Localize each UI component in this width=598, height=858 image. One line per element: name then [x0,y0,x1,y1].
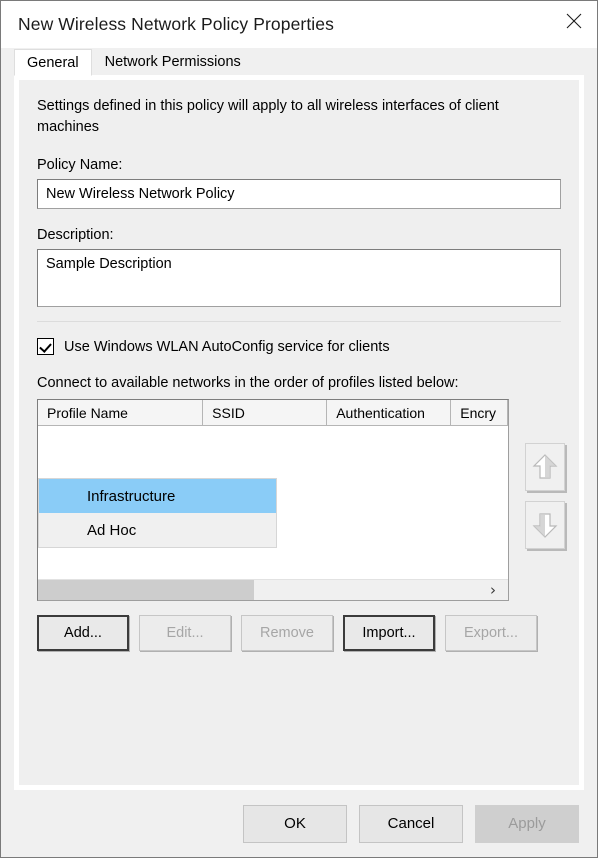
title-bar: New Wireless Network Policy Properties [1,1,597,48]
export-button[interactable]: Export... [445,615,537,652]
dropdown-item-infrastructure-label: Infrastructure [87,487,176,505]
scrollbar-track[interactable] [254,580,478,600]
horizontal-scrollbar[interactable]: › [38,579,508,601]
profile-action-buttons: Add... Edit... Remove Import... Export..… [37,615,561,652]
remove-button-label: Remove [260,625,314,642]
policy-name-input[interactable]: New Wireless Network Policy [37,179,561,210]
scrollbar-thumb[interactable] [38,580,254,601]
ok-button-label: OK [284,815,306,832]
scroll-right-arrow-icon[interactable]: › [478,580,508,600]
general-tab-panel: Settings defined in this policy will app… [14,75,584,790]
policy-name-label: Policy Name: [37,157,123,174]
edit-button[interactable]: Edit... [139,615,231,652]
column-header-authentication[interactable]: Authentication [327,400,452,427]
description-input[interactable]: Sample Description [37,249,561,308]
dropdown-item-ad-hoc-label: Ad Hoc [87,521,137,539]
column-header-encryption[interactable]: Encry [451,400,508,427]
add-button-label: Add... [64,625,102,642]
ok-button[interactable]: OK [243,804,347,843]
dropdown-item-infrastructure[interactable]: Infrastructure [39,479,276,513]
close-icon[interactable] [551,1,597,41]
import-button-label: Import... [362,625,416,642]
tab-general-label: General [27,54,79,71]
add-button[interactable]: Add... [37,615,129,652]
column-header-profile-name[interactable]: Profile Name [38,400,204,427]
profile-list-header: Profile Name SSID Authentication Encry [38,400,508,427]
tab-network-permissions-label: Network Permissions [104,54,241,70]
wireless-network-policy-dialog: New Wireless Network Policy Properties G… [0,0,598,858]
apply-button[interactable]: Apply [475,804,579,843]
profile-list-label: Connect to available networks in the ord… [37,375,459,392]
cancel-button[interactable]: Cancel [359,804,463,843]
autoconfig-checkbox-label: Use Windows WLAN AutoConfig service for … [64,338,390,355]
section-divider [37,321,561,323]
tab-network-permissions[interactable]: Network Permissions [91,48,254,75]
cancel-button-label: Cancel [387,815,435,832]
order-buttons [525,399,565,601]
tab-general[interactable]: General [14,49,92,76]
export-button-label: Export... [464,625,518,642]
autoconfig-checkbox[interactable] [37,338,54,356]
dropdown-item-ad-hoc[interactable]: Ad Hoc [39,513,276,547]
column-header-ssid[interactable]: SSID [203,400,328,427]
window-title: New Wireless Network Policy Properties [18,14,334,34]
policy-name-value: New Wireless Network Policy [46,186,235,203]
remove-button[interactable]: Remove [241,615,333,652]
description-value: Sample Description [46,256,172,273]
move-up-button[interactable] [525,443,565,492]
edit-button-label: Edit... [166,625,204,642]
autoconfig-checkbox-row[interactable]: Use Windows WLAN AutoConfig service for … [37,338,561,356]
tab-strip: General Network Permissions [1,48,597,76]
network-type-dropdown-menu[interactable]: Infrastructure Ad Hoc [38,478,277,548]
move-down-button[interactable] [525,501,565,550]
dialog-footer: OK Cancel Apply [1,790,597,857]
import-button[interactable]: Import... [343,615,435,652]
intro-text: Settings defined in this policy will app… [37,98,499,135]
apply-button-label: Apply [508,815,546,832]
description-label: Description: [37,227,114,244]
